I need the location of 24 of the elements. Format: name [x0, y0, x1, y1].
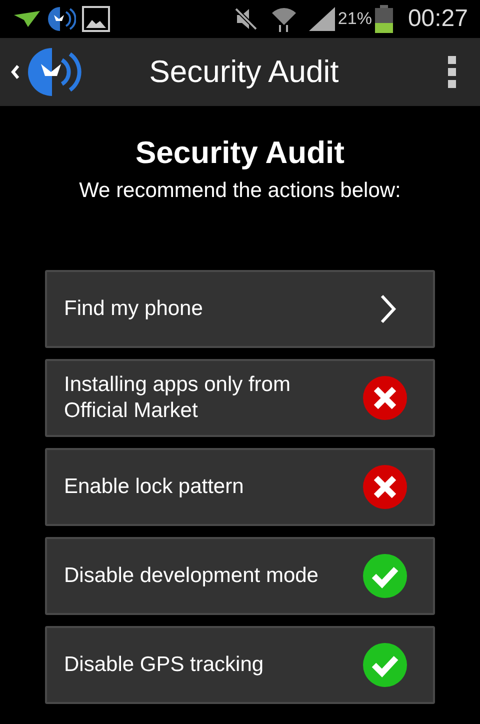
cross-circle-icon	[363, 376, 407, 420]
clock: 00:27	[408, 4, 468, 34]
page-heading: Security Audit	[136, 135, 344, 171]
audit-item[interactable]: Find my phone	[45, 270, 435, 348]
overflow-menu-icon	[448, 55, 456, 89]
wifi-icon	[270, 5, 297, 33]
chevron-right-icon	[379, 294, 397, 324]
audit-item[interactable]: Installing apps only from Official Market	[45, 358, 435, 436]
app-bar-title: Security Audit	[149, 52, 339, 91]
signal-icon	[306, 6, 337, 32]
cross-circle-icon	[363, 464, 407, 508]
battery-percent: 21%	[338, 8, 372, 30]
mute-icon	[232, 6, 259, 32]
audit-item[interactable]: Disable development mode	[45, 536, 435, 614]
check-circle-icon	[363, 554, 407, 598]
paper-plane-icon	[12, 9, 42, 29]
app-logo-icon	[46, 6, 76, 32]
check-circle-icon	[363, 642, 407, 686]
battery-icon	[374, 5, 394, 33]
back-caret-icon	[10, 63, 20, 81]
audit-item[interactable]: Disable GPS tracking	[45, 626, 435, 704]
image-icon	[82, 6, 110, 32]
page-subtitle: We recommend the actions below:	[79, 178, 401, 204]
audit-item[interactable]: Enable lock pattern	[45, 448, 435, 526]
